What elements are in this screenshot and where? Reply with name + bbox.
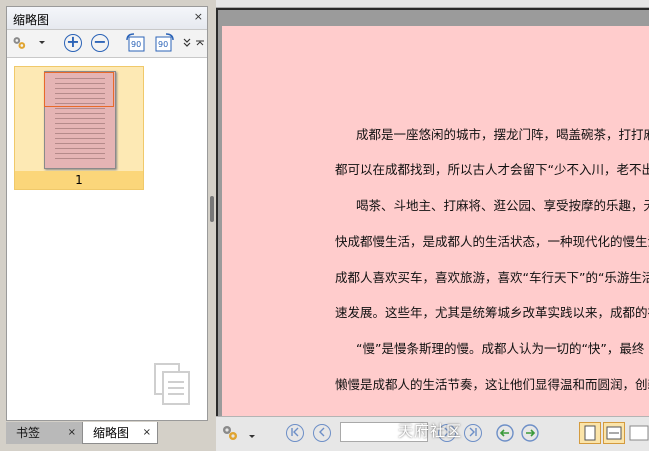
options-gear-icon[interactable] [11, 33, 31, 53]
thumbnail-page-image [44, 71, 116, 169]
watermark-text: 天府社区 [398, 422, 463, 440]
forward-arrow-icon[interactable] [521, 424, 539, 445]
tab-bookmarks-label: 书签 [16, 426, 41, 440]
document-page: 成都是一座悠闲的城市，摆龙门阵，喝盖碗茶，打打麻将 都可以在成都找到，所以古人才… [222, 26, 649, 416]
documents-watermark-icon [153, 362, 193, 408]
top-strip [216, 0, 649, 8]
paragraph-line: 速发展。这些年，尤其是统筹城乡改革实践以来，成都的社会 [335, 305, 649, 320]
rotate-right-label: 90 [158, 40, 168, 49]
dropdown-arrow-icon[interactable] [37, 33, 47, 53]
panel-close-button[interactable]: × [194, 10, 203, 23]
rotate-left-button[interactable]: 90 [124, 33, 148, 53]
rotate-left-label: 90 [131, 40, 141, 49]
plus-icon: + [64, 34, 82, 52]
status-bar: 天府社区 [216, 416, 649, 451]
tab-thumbnails-close-icon[interactable]: × [143, 422, 151, 444]
splitter-handle[interactable] [210, 196, 214, 222]
paragraph-line: 懒慢是成都人的生活节奏，这让他们显得温和而圆润，创新而 [335, 377, 649, 392]
tab-thumbnails-label: 缩略图 [93, 426, 130, 440]
fit-width-button[interactable] [603, 422, 625, 444]
paragraph-line: 成都人喜欢买车，喜欢旅游，喜欢“车行天下”的“乐游生活 [335, 270, 649, 285]
tab-bookmarks-close-icon[interactable]: × [68, 422, 76, 444]
zoom-out-button[interactable]: − [90, 33, 110, 53]
tab-bookmarks[interactable]: 书签 × [6, 422, 82, 444]
collapse-icon[interactable] [195, 33, 205, 53]
rotate-right-button[interactable]: 90 [152, 33, 176, 53]
paragraph-line: 喝茶、斗地主、打麻将、逛公园、享受按摩的乐趣，无 [356, 198, 649, 213]
page-thumbnail[interactable]: 1 [14, 66, 144, 190]
first-page-button[interactable] [286, 424, 304, 442]
paragraph-line: 成都是一座悠闲的城市，摆龙门阵，喝盖碗茶，打打麻将 [356, 127, 649, 142]
zoom-in-button[interactable]: + [63, 33, 83, 53]
panel-toolbar: + − 90 90 [7, 30, 207, 58]
fit-page-button[interactable] [579, 422, 601, 444]
panel-header: 缩略图 × [7, 7, 207, 30]
settings-gear-icon[interactable] [220, 422, 244, 447]
settings-dropdown-icon[interactable] [248, 429, 256, 443]
previous-page-button[interactable] [313, 424, 331, 442]
more-chevron-icon[interactable] [181, 33, 193, 53]
panel-tabs: 书签 × 缩略图 × [6, 422, 208, 444]
paragraph-line: 快成都慢生活，是成都人的生活状态，一种现代化的慢生活 [335, 234, 649, 249]
tab-thumbnails[interactable]: 缩略图 × [82, 422, 158, 444]
minus-icon: − [91, 34, 109, 52]
thumbnail-panel: 缩略图 × + − 90 90 1 [6, 6, 208, 421]
zoom-level-icon[interactable] [629, 425, 649, 444]
document-view[interactable]: 成都是一座悠闲的城市，摆龙门阵，喝盖碗茶，打打麻将 都可以在成都找到，所以古人才… [216, 8, 649, 416]
panel-title: 缩略图 [13, 13, 50, 27]
visible-area-highlight[interactable] [44, 72, 114, 107]
paragraph-line: 都可以在成都找到，所以古人才会留下“少不入川，老不出 [335, 162, 649, 177]
back-arrow-icon[interactable] [496, 424, 514, 445]
panel-splitter[interactable] [208, 0, 216, 451]
paragraph-line: “慢”是慢条斯理的慢。成都人认为一切的“快”，最终 [356, 341, 645, 356]
last-page-button[interactable] [464, 424, 482, 442]
thumbnail-page-number: 1 [15, 171, 143, 189]
thumbnail-area: 1 [7, 58, 207, 418]
